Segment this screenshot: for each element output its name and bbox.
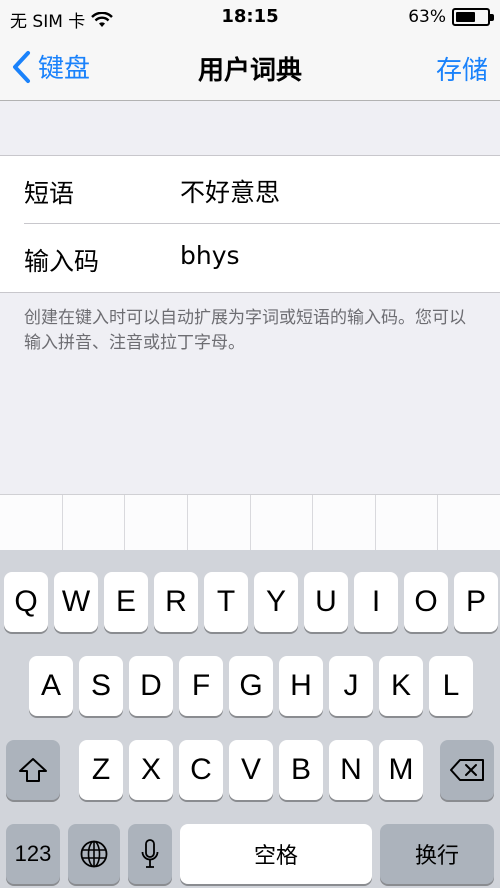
candidate-slot[interactable] xyxy=(188,495,251,550)
letter-key[interactable]: R xyxy=(154,572,198,632)
letter-key[interactable]: P xyxy=(454,572,498,632)
shortcut-field[interactable]: bhys xyxy=(180,241,240,270)
page-title: 用户词典 xyxy=(197,56,302,86)
phrase-field[interactable]: 不好意思 xyxy=(180,173,280,209)
top-bar: 无 SIM 卡 18:15 63% 键盘 用户词典 存储 xyxy=(0,0,500,101)
globe-icon xyxy=(80,840,108,868)
letter-key[interactable]: L xyxy=(429,656,473,716)
numbers-key[interactable]: 123 xyxy=(6,824,60,884)
save-button[interactable]: 存储 xyxy=(436,50,488,87)
letter-key[interactable]: E xyxy=(104,572,148,632)
letter-key[interactable]: B xyxy=(279,740,323,800)
candidate-slot[interactable] xyxy=(376,495,439,550)
navigation-bar: 键盘 用户词典 存储 xyxy=(0,34,500,100)
letter-key[interactable]: T xyxy=(204,572,248,632)
letter-key[interactable]: V xyxy=(229,740,273,800)
keyboard: 123 空格 换行 QWERTYUIOP ASDFGHJKL ZXCVBNM xyxy=(0,550,500,888)
status-right: 63% xyxy=(408,7,494,27)
shortcut-label: 输入码 xyxy=(24,247,100,276)
letter-key[interactable]: A xyxy=(29,656,73,716)
return-key[interactable]: 换行 xyxy=(380,824,494,884)
letter-key[interactable]: J xyxy=(329,656,373,716)
battery-percent: 63% xyxy=(408,7,446,27)
delete-key[interactable] xyxy=(440,740,494,800)
delete-icon xyxy=(450,759,484,781)
candidate-bar xyxy=(0,494,500,550)
letter-key[interactable]: C xyxy=(179,740,223,800)
letter-key[interactable]: S xyxy=(79,656,123,716)
letter-key[interactable]: O xyxy=(404,572,448,632)
letter-key[interactable]: D xyxy=(129,656,173,716)
candidate-slot[interactable] xyxy=(63,495,126,550)
letter-key[interactable]: M xyxy=(379,740,423,800)
letter-key[interactable]: U xyxy=(304,572,348,632)
microphone-key[interactable] xyxy=(128,824,172,884)
letter-key[interactable]: W xyxy=(54,572,98,632)
footnote-text: 创建在键入时可以自动扩展为字词或短语的输入码。您可以输入拼音、注音或拉丁字母。 xyxy=(24,308,466,353)
letter-key[interactable]: G xyxy=(229,656,273,716)
phrase-label: 短语 xyxy=(24,179,75,208)
shortcut-form: 短语 不好意思 输入码 bhys xyxy=(0,155,500,293)
letter-key[interactable]: Y xyxy=(254,572,298,632)
candidate-slot[interactable] xyxy=(125,495,188,550)
candidate-slot[interactable] xyxy=(438,495,500,550)
shortcut-row[interactable]: 输入码 bhys xyxy=(0,224,500,292)
microphone-icon xyxy=(141,839,159,868)
candidate-slot[interactable] xyxy=(0,495,63,550)
letter-key[interactable]: X xyxy=(129,740,173,800)
shift-icon xyxy=(19,758,47,782)
letter-key[interactable]: H xyxy=(279,656,323,716)
candidate-slot[interactable] xyxy=(313,495,376,550)
letter-key[interactable]: I xyxy=(354,572,398,632)
letter-key[interactable]: K xyxy=(379,656,423,716)
letter-key[interactable]: F xyxy=(179,656,223,716)
globe-key[interactable] xyxy=(68,824,120,884)
letter-key[interactable]: Z xyxy=(79,740,123,800)
candidate-slot[interactable] xyxy=(251,495,314,550)
battery-fill xyxy=(456,12,475,22)
letter-key[interactable]: Q xyxy=(4,572,48,632)
battery-icon xyxy=(452,8,494,26)
letter-key[interactable]: N xyxy=(329,740,373,800)
shift-key[interactable] xyxy=(6,740,60,800)
status-bar: 无 SIM 卡 18:15 63% xyxy=(0,0,500,34)
space-key[interactable]: 空格 xyxy=(180,824,372,884)
phrase-row[interactable]: 短语 不好意思 xyxy=(0,156,500,224)
